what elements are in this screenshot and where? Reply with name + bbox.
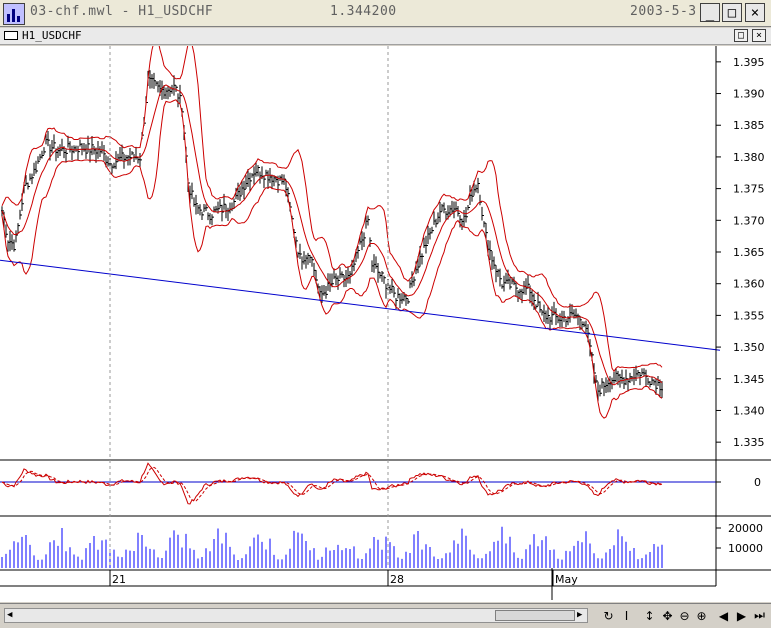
price-tick-label: 1.360 xyxy=(733,278,765,291)
price-tick-label: 1.380 xyxy=(733,151,765,164)
next-icon[interactable]: ▶ xyxy=(734,607,749,624)
window-titlebar: 03-chf.mwl - H1_USDCHF 1.344200 2003-5-3… xyxy=(0,0,771,27)
price-tick-label: 1.355 xyxy=(733,309,765,322)
time-tick-label: 21 xyxy=(112,573,126,586)
updown-icon[interactable]: ↕ xyxy=(642,607,657,624)
chart-restore-button[interactable]: □ xyxy=(734,29,748,42)
close-button[interactable]: × xyxy=(745,3,765,22)
pan-arrows-icon[interactable]: ✥ xyxy=(660,607,675,624)
price-tick-label: 1.365 xyxy=(733,246,765,259)
zoom-out-icon[interactable]: ⊖ xyxy=(677,607,692,624)
price-tick-label: 1.375 xyxy=(733,183,765,196)
current-price: 1.344200 xyxy=(330,4,397,19)
price-tick-label: 1.370 xyxy=(733,214,765,227)
time-tick-label: May xyxy=(555,573,578,586)
time-tick-label: 28 xyxy=(390,573,404,586)
price-tick-label: 1.335 xyxy=(733,436,765,449)
refresh-icon[interactable]: ↻ xyxy=(601,607,616,624)
app-chart-icon[interactable] xyxy=(3,3,25,25)
price-chart[interactable]: 1.395 1.390 1.385 1.380 1.375 1.370 1.365 1.360… xyxy=(0,46,771,602)
scrollbar-thumb[interactable] xyxy=(495,610,575,621)
window-title: 03-chf.mwl - H1_USDCHF xyxy=(30,4,214,19)
horizontal-scrollbar[interactable]: ◀ ▶ xyxy=(4,608,588,623)
go-to-end-icon[interactable]: ⏭ xyxy=(752,607,767,624)
oscillator-tick-label: 0 xyxy=(754,476,761,489)
current-date: 2003-5-3 xyxy=(630,4,697,19)
price-tick-label: 1.385 xyxy=(733,119,765,132)
previous-icon[interactable]: ◀ xyxy=(716,607,731,624)
cursor-icon[interactable]: I xyxy=(619,607,634,624)
volume-tick-label: 20000 xyxy=(728,522,763,535)
chart-window-header: H1_USDCHF □ × xyxy=(0,28,771,45)
price-tick-label: 1.350 xyxy=(733,341,765,354)
chart-window-icon[interactable] xyxy=(4,31,18,40)
price-tick-label: 1.395 xyxy=(733,56,765,69)
volume-tick-label: 10000 xyxy=(728,542,763,555)
scroll-left-arrow-icon[interactable]: ◀ xyxy=(7,610,12,620)
chart-window-title: H1_USDCHF xyxy=(22,29,82,42)
price-tick-label: 1.340 xyxy=(733,404,765,417)
price-tick-label: 1.390 xyxy=(733,88,765,101)
maximize-button[interactable]: □ xyxy=(722,3,742,22)
minimize-button[interactable]: _ xyxy=(700,3,720,22)
scroll-right-arrow-icon[interactable]: ▶ xyxy=(577,610,582,620)
chart-close-button[interactable]: × xyxy=(752,29,766,42)
zoom-in-icon[interactable]: ⊕ xyxy=(694,607,709,624)
price-tick-label: 1.345 xyxy=(733,373,765,386)
chart-toolbar: ◀ ▶ ↻ I ↕ ✥ ⊖ ⊕ ◀ ▶ ⏭ xyxy=(0,603,771,628)
